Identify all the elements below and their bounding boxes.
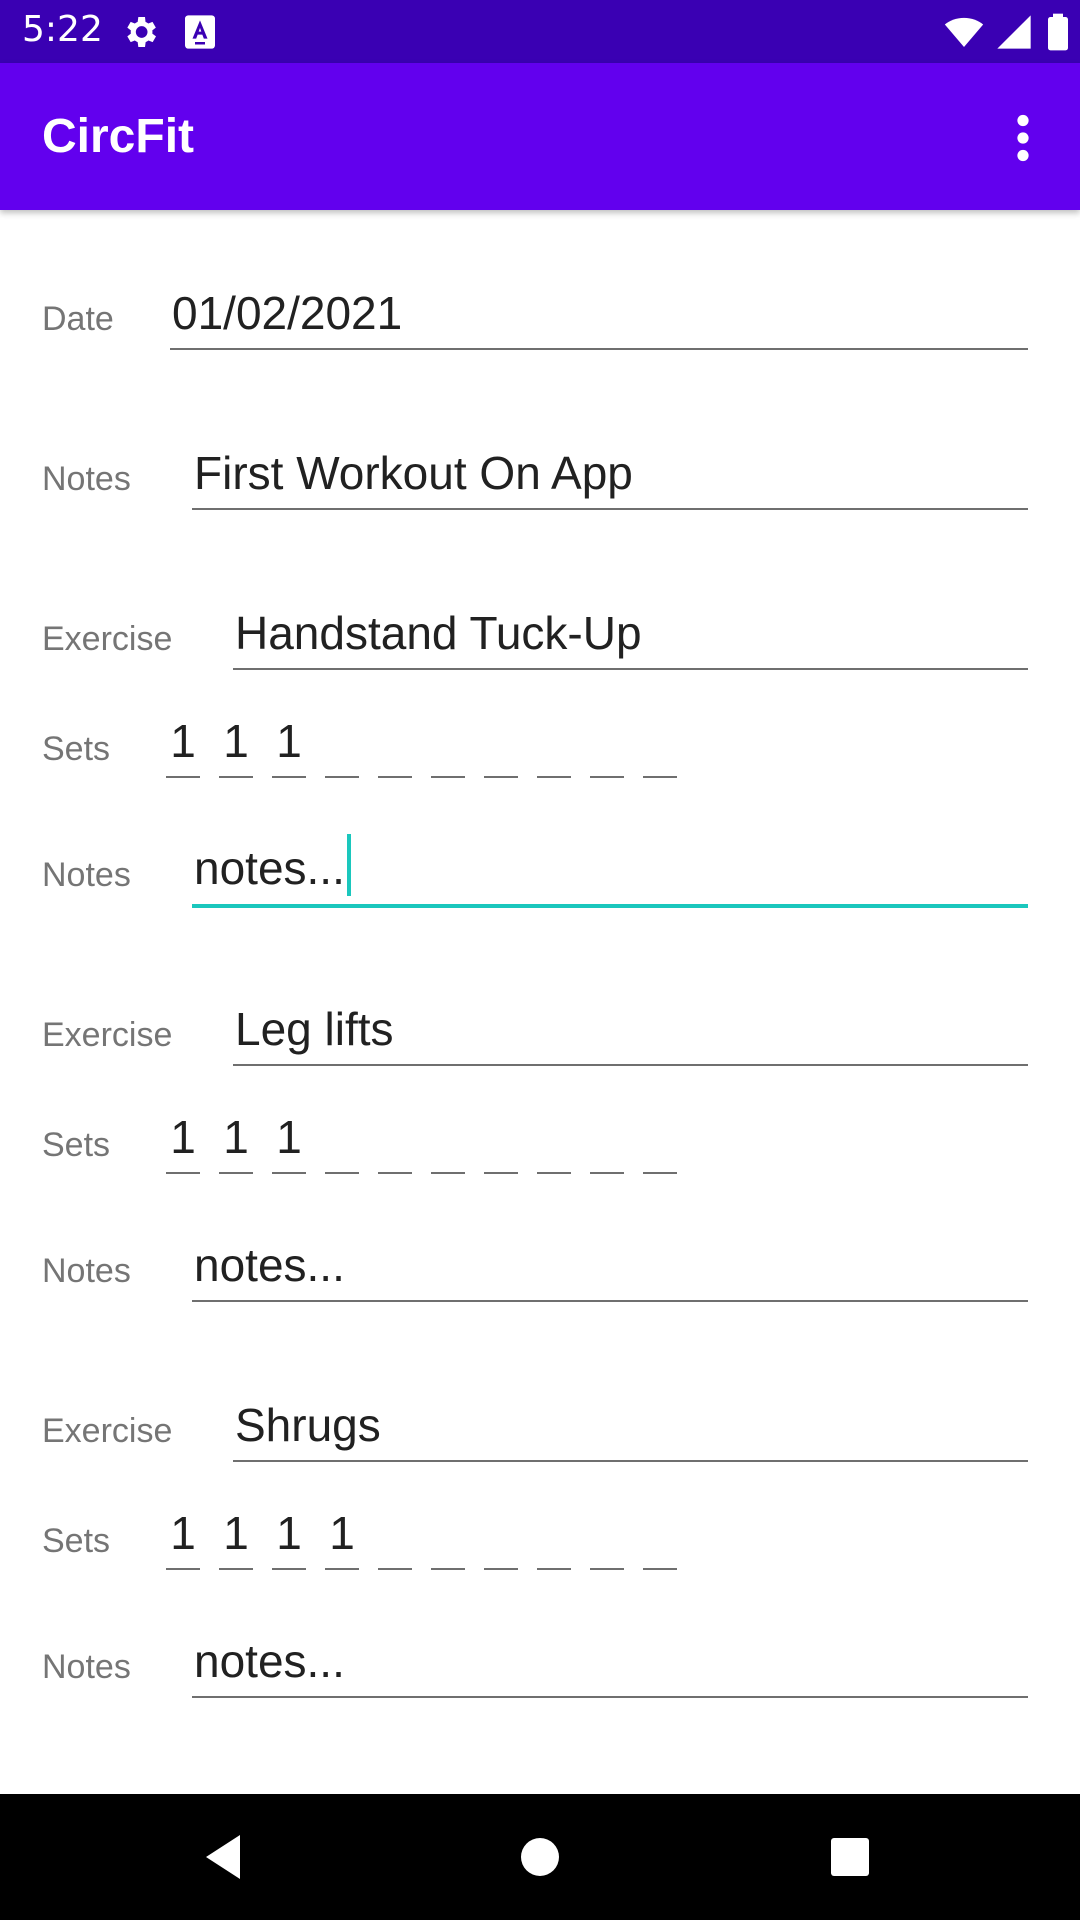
workout-notes-value: First Workout On App (194, 447, 633, 499)
exercise-notes-label: Notes (42, 1252, 131, 1290)
set-input[interactable] (590, 710, 624, 778)
exercise-name-value: Leg lifts (235, 1003, 394, 1055)
set-input[interactable] (590, 1502, 624, 1570)
set-input[interactable]: 1 (272, 710, 306, 778)
status-time: 5:22 (22, 9, 103, 50)
set-input[interactable] (537, 710, 571, 778)
set-input[interactable]: 1 (272, 1106, 306, 1174)
exercise-notes-field[interactable]: notes... (192, 1234, 1028, 1302)
sets-label: Sets (42, 1522, 111, 1560)
set-input[interactable] (431, 1502, 465, 1570)
exercise-name-field[interactable]: Shrugs (233, 1394, 1028, 1462)
set-input[interactable] (537, 1502, 571, 1570)
overflow-menu-icon[interactable] (1008, 113, 1038, 163)
set-input[interactable]: 1 (219, 1502, 253, 1570)
exercise-name-value: Shrugs (235, 1399, 381, 1451)
set-input[interactable] (325, 1106, 359, 1174)
set-input[interactable] (431, 710, 465, 778)
text-cursor (346, 834, 351, 896)
exercise-notes-value: notes... (194, 1239, 345, 1291)
exercise-name-field[interactable]: Leg lifts (233, 998, 1028, 1066)
set-input[interactable]: 1 (219, 710, 253, 778)
set-input[interactable] (537, 1106, 571, 1174)
set-input[interactable] (325, 710, 359, 778)
exercise-notes-label: Notes (42, 856, 131, 894)
set-input[interactable] (484, 710, 518, 778)
back-icon[interactable] (196, 1827, 256, 1887)
workout-notes-label: Notes (42, 460, 131, 498)
text-a-icon (185, 15, 215, 49)
exercise-name-value: Handstand Tuck-Up (235, 607, 642, 659)
set-input[interactable] (484, 1106, 518, 1174)
set-input[interactable] (484, 1502, 518, 1570)
set-input[interactable]: 1 (166, 1106, 200, 1174)
navigation-bar (0, 1794, 1080, 1920)
set-input[interactable]: 1 (219, 1106, 253, 1174)
app-bar: CircFit (0, 63, 1080, 210)
recents-icon[interactable] (820, 1827, 880, 1887)
exercise-notes-field[interactable]: notes... (192, 834, 1028, 908)
date-value: 01/02/2021 (172, 287, 403, 339)
exercise-name-field[interactable]: Handstand Tuck-Up (233, 602, 1028, 670)
gear-icon (127, 17, 156, 47)
set-input[interactable] (378, 1106, 412, 1174)
sets-label: Sets (42, 1126, 111, 1164)
exercise-notes-value: notes... (194, 842, 345, 894)
exercise-notes-field[interactable]: notes... (192, 1630, 1028, 1698)
exercise-label: Exercise (42, 1412, 173, 1450)
status-bar: 5:22 (0, 0, 1080, 63)
set-input[interactable] (431, 1106, 465, 1174)
workout-notes-field[interactable]: First Workout On App (192, 442, 1028, 510)
date-field[interactable]: 01/02/2021 (170, 282, 1028, 350)
exercise-label: Exercise (42, 620, 173, 658)
home-icon[interactable] (510, 1827, 570, 1887)
set-input[interactable] (643, 1106, 677, 1174)
signal-icon (997, 15, 1031, 49)
exercise-notes-value: notes... (194, 1635, 345, 1687)
exercise-label: Exercise (42, 1016, 173, 1054)
set-input[interactable]: 1 (272, 1502, 306, 1570)
exercise-notes-label: Notes (42, 1648, 131, 1686)
sets-label: Sets (42, 730, 111, 768)
workout-form: Date 01/02/2021 Notes First Workout On A… (0, 210, 1080, 1794)
set-input[interactable] (378, 710, 412, 778)
date-label: Date (42, 300, 114, 338)
set-input[interactable]: 1 (166, 710, 200, 778)
wifi-icon (944, 17, 984, 47)
battery-icon (1048, 13, 1068, 51)
set-input[interactable]: 1 (325, 1502, 359, 1570)
set-input[interactable] (643, 710, 677, 778)
set-input[interactable]: 1 (166, 1502, 200, 1570)
app-title: CircFit (42, 110, 195, 163)
set-input[interactable] (378, 1502, 412, 1570)
set-input[interactable] (590, 1106, 624, 1174)
set-input[interactable] (643, 1502, 677, 1570)
